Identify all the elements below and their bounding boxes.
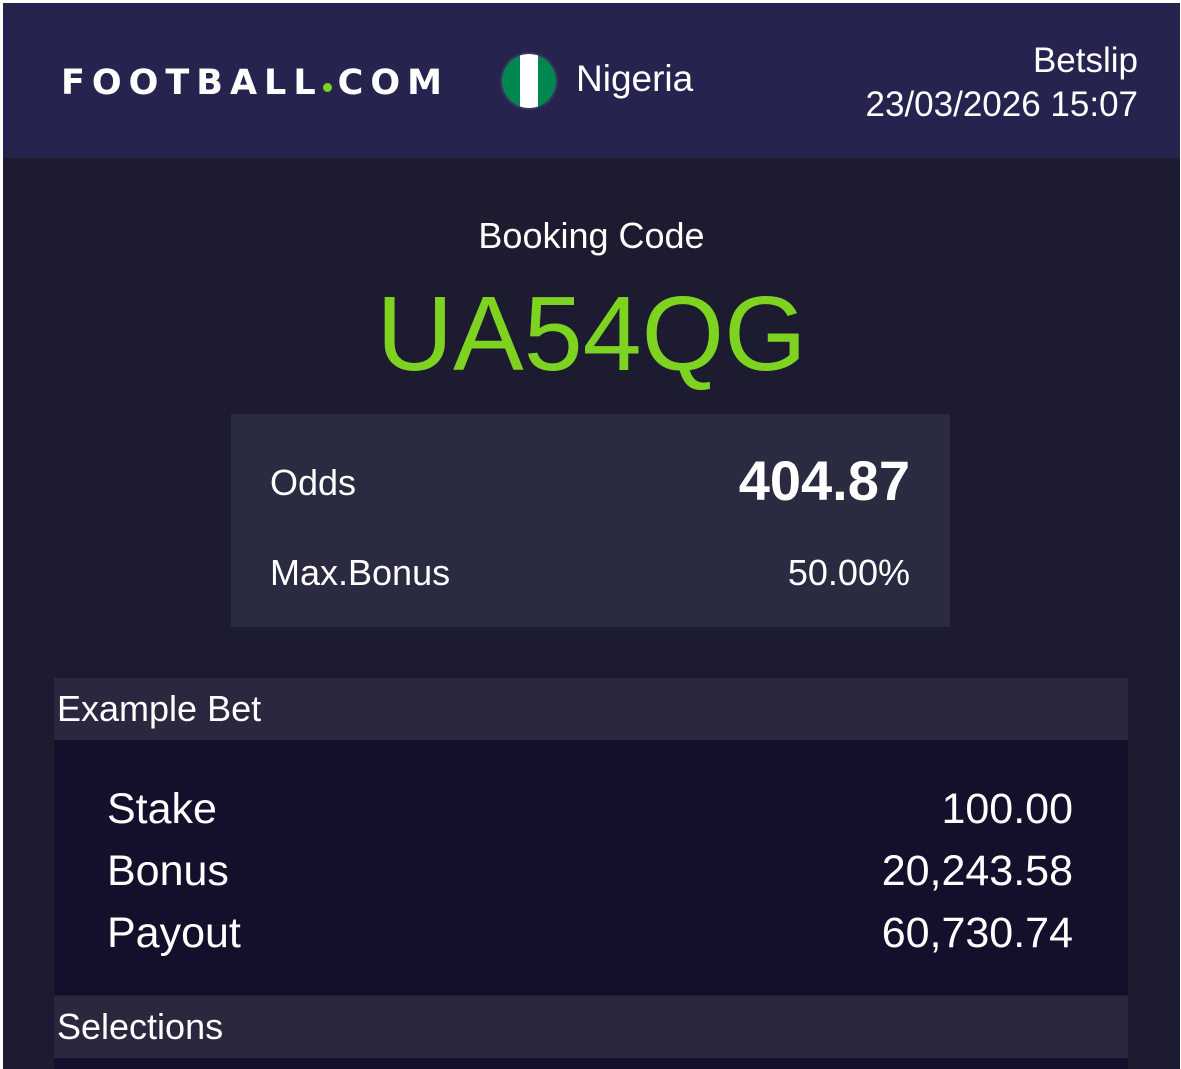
flag-stripe-middle xyxy=(520,54,538,108)
example-bet-title: Example Bet xyxy=(57,688,262,729)
stake-label: Stake xyxy=(107,785,217,833)
country-name: Nigeria xyxy=(576,58,694,99)
selections-panel xyxy=(54,1058,1128,1069)
odds-value: 404.87 xyxy=(738,449,910,512)
logo-dot-icon xyxy=(322,83,332,92)
football-com-logo[interactable]: FOOTBALL COM xyxy=(61,63,449,103)
booking-code-value[interactable]: UA54QG xyxy=(3,275,1180,393)
max-bonus-label: Max.Bonus xyxy=(270,552,451,593)
payout-value: 60,730.74 xyxy=(881,909,1073,957)
flag-stripe-left xyxy=(502,54,520,108)
logo-text-right: COM xyxy=(337,63,449,103)
odds-label: Odds xyxy=(270,462,357,503)
nigeria-flag-icon xyxy=(502,54,556,108)
selections-header: Selections xyxy=(54,996,1128,1058)
payout-label: Payout xyxy=(107,909,241,957)
header-bar: FOOTBALL COM Nigeria Betslip 23/03/2026 1… xyxy=(3,3,1180,158)
bonus-label: Bonus xyxy=(107,847,229,895)
bonus-value: 20,243.58 xyxy=(881,847,1073,895)
stake-value: 100.00 xyxy=(941,785,1073,833)
max-bonus-value: 50.00% xyxy=(787,552,910,593)
betslip-datetime: 23/03/2026 15:07 xyxy=(865,85,1138,124)
booking-code-label: Booking Code xyxy=(478,215,705,256)
payout-row: Payout 60,730.74 xyxy=(107,909,1073,957)
betslip-title: Betslip xyxy=(1032,41,1138,80)
example-bet-panel: Stake 100.00 Bonus 20,243.58 Payout 60,7… xyxy=(54,740,1128,995)
betslip-share-card: FOOTBALL COM Nigeria Betslip 23/03/2026 1… xyxy=(3,3,1180,1069)
bonus-row: Bonus 20,243.58 xyxy=(107,847,1073,895)
odds-summary-card: Odds 404.87 Max.Bonus 50.00% xyxy=(231,414,950,627)
flag-stripe-right xyxy=(538,54,556,108)
logo-text-left: FOOTBALL xyxy=(61,63,323,103)
stake-row: Stake 100.00 xyxy=(107,785,1073,833)
example-bet-header: Example Bet xyxy=(54,678,1128,740)
selections-title: Selections xyxy=(57,1006,224,1047)
